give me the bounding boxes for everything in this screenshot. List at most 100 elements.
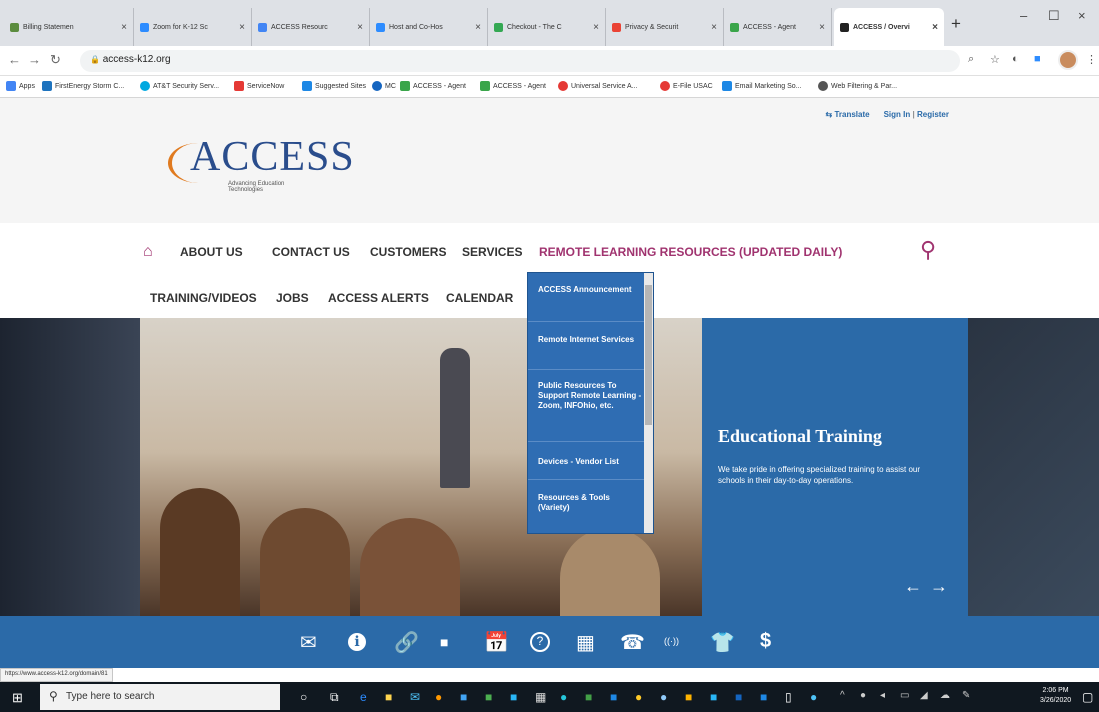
zoom-extension-icon[interactable]: ■ <box>1034 53 1041 65</box>
home-icon[interactable]: ⌂ <box>143 243 153 261</box>
close-icon[interactable]: × <box>589 22 599 33</box>
nav-customers[interactable]: CUSTOMERS <box>370 245 446 259</box>
tab-checkout[interactable]: Checkout - The C × <box>488 8 606 46</box>
notifications-icon[interactable]: ▢ <box>1082 690 1093 704</box>
bookmark-att[interactable]: AT&T Security Serv... <box>140 81 219 91</box>
bookmark-star-icon[interactable]: ☆ <box>990 53 1000 66</box>
dropdown-scroll-thumb[interactable] <box>645 285 652 425</box>
tray-app-icon[interactable]: ● <box>860 690 866 701</box>
translate-link[interactable]: ⇆ Translate <box>826 110 870 119</box>
bookmark-apps[interactable]: Apps <box>6 81 35 91</box>
bookmark-universal-service[interactable]: Universal Service A... <box>558 81 638 91</box>
excel-icon[interactable]: ■ <box>585 690 592 704</box>
info-icon[interactable]: ℹ <box>348 633 366 651</box>
dropdown-item-remote-internet[interactable]: Remote Internet Services <box>538 335 643 345</box>
bookmark-access-agent-1[interactable]: ACCESS - Agent <box>400 81 466 91</box>
app-icon[interactable]: ■ <box>710 690 717 704</box>
bookmark-servicenow[interactable]: ServiceNow <box>234 81 284 91</box>
zoom-icon[interactable]: ⌕ <box>968 53 974 66</box>
nav-calendar[interactable]: CALENDAR <box>446 291 513 305</box>
nav-about-us[interactable]: ABOUT US <box>180 245 243 259</box>
calculator-icon[interactable]: ▦ <box>535 690 546 704</box>
chrome-icon[interactable]: ● <box>635 690 642 704</box>
app-icon[interactable]: ● <box>660 690 667 704</box>
outlook-icon[interactable]: ■ <box>735 690 742 704</box>
tab-zoom-k12[interactable]: Zoom for K-12 Sc × <box>134 8 252 46</box>
bookmark-web-filtering[interactable]: Web Filtering & Par... <box>818 81 897 91</box>
network-icon[interactable]: ◢ <box>920 690 928 701</box>
taskbar-search-box[interactable]: ⚲ Type here to search <box>40 684 280 710</box>
nav-contact-us[interactable]: CONTACT US <box>272 245 350 259</box>
close-icon[interactable]: × <box>928 22 938 33</box>
access-logo[interactable]: ACCESS Advancing Education Technologies <box>168 133 354 193</box>
app-icon[interactable]: ■ <box>510 690 517 704</box>
close-icon[interactable]: × <box>707 22 717 33</box>
calculator-icon[interactable]: ▦ <box>576 630 595 655</box>
phone-icon[interactable]: ☎ <box>620 630 645 655</box>
tab-privacy-security[interactable]: Privacy & Securit × <box>606 8 724 46</box>
system-clock[interactable]: 2:06 PM 3/26/2020 <box>1040 686 1071 706</box>
app-icon[interactable]: ■ <box>460 690 467 704</box>
wireless-icon[interactable]: ((·)) <box>664 636 679 646</box>
mail-icon[interactable]: ✉ <box>410 690 420 704</box>
sign-in-link[interactable]: Sign In | Register <box>884 110 949 119</box>
window-close-button[interactable]: × <box>1078 8 1086 23</box>
nav-jobs[interactable]: JOBS <box>276 291 309 305</box>
menu-kebab-icon[interactable]: ⋮ <box>1086 53 1097 66</box>
close-icon[interactable]: × <box>353 22 363 33</box>
close-icon[interactable]: × <box>471 22 481 33</box>
slider-prev-arrow[interactable]: ← <box>904 576 922 597</box>
link-icon[interactable]: 🔗 <box>394 630 419 655</box>
help-icon[interactable]: ? <box>530 632 550 652</box>
file-explorer-icon[interactable]: ■ <box>685 690 692 704</box>
dropdown-item-access-announcement[interactable]: ACCESS Announcement <box>538 285 643 295</box>
app-icon[interactable]: ● <box>435 690 442 704</box>
nav-training-videos[interactable]: TRAINING/VIDEOS <box>150 291 257 305</box>
search-icon[interactable]: ⚲ <box>920 237 936 263</box>
app-icon[interactable]: ● <box>560 690 567 704</box>
bookmark-access-agent-2[interactable]: ACCESS - Agent <box>480 81 546 91</box>
extension-icon[interactable]: ◐ <box>1012 53 1019 65</box>
task-view-icon[interactable]: ⧉ <box>330 690 339 705</box>
bookmark-email-marketing[interactable]: Email Marketing So... <box>722 81 802 91</box>
app-icon[interactable]: ■ <box>760 690 767 704</box>
app-icon[interactable]: ■ <box>485 690 492 704</box>
tab-access-overview[interactable]: ACCESS / Overvi × <box>834 8 944 46</box>
bookmark-efile-usac[interactable]: E-File USAC <box>660 81 713 91</box>
nav-access-alerts[interactable]: ACCESS ALERTS <box>328 291 429 305</box>
video-camera-icon[interactable]: ■ <box>440 634 448 650</box>
pen-icon[interactable]: ✎ <box>962 690 970 701</box>
reload-icon[interactable]: ↻ <box>50 52 61 68</box>
slider-next-arrow[interactable]: → <box>930 576 948 597</box>
edge-icon[interactable]: e <box>360 690 367 704</box>
close-icon[interactable]: × <box>235 22 245 33</box>
calendar-icon[interactable]: 📅 <box>484 630 509 655</box>
forward-icon[interactable]: → <box>28 52 41 67</box>
close-icon[interactable]: × <box>815 22 825 33</box>
back-icon[interactable]: ← <box>8 52 21 67</box>
tab-access-agent[interactable]: ACCESS - Agent × <box>724 8 832 46</box>
battery-icon[interactable]: ▭ <box>900 690 909 701</box>
minimize-button[interactable]: – <box>1020 8 1027 23</box>
tab-host-cohost[interactable]: Host and Co-Hos × <box>370 8 488 46</box>
dropdown-item-public-resources[interactable]: Public Resources To Support Remote Learn… <box>538 381 643 411</box>
tab-access-resources[interactable]: ACCESS Resourc × <box>252 8 370 46</box>
cortana-icon[interactable]: ○ <box>300 690 307 704</box>
address-bar[interactable]: 🔒 access-k12.org <box>80 50 960 72</box>
dollar-icon[interactable]: $ <box>760 630 771 653</box>
nav-remote-learning-resources[interactable]: REMOTE LEARNING RESOURCES (UPDATED DAILY… <box>539 245 842 259</box>
windows-start-icon[interactable]: ⊞ <box>12 690 23 706</box>
app-icon[interactable]: ● <box>810 690 817 704</box>
store-icon[interactable]: ■ <box>385 690 392 704</box>
tray-chevron-icon[interactable]: ^ <box>840 690 845 701</box>
app-icon[interactable]: ▯ <box>785 690 792 704</box>
nav-services[interactable]: SERVICES <box>462 245 522 259</box>
bookmark-suggested-sites[interactable]: Suggested Sites <box>302 81 366 91</box>
maximize-button[interactable]: ☐ <box>1048 8 1060 24</box>
bookmark-firstenergy[interactable]: FirstEnergy Storm C... <box>42 81 124 91</box>
dropdown-item-resources-tools[interactable]: Resources & Tools (Variety) <box>538 493 643 513</box>
dropdown-item-devices-vendor-list[interactable]: Devices - Vendor List <box>538 457 643 467</box>
shirt-icon[interactable]: 👕 <box>710 630 735 655</box>
volume-icon[interactable]: ◂ <box>880 690 885 701</box>
register-link[interactable]: Register <box>917 110 949 119</box>
